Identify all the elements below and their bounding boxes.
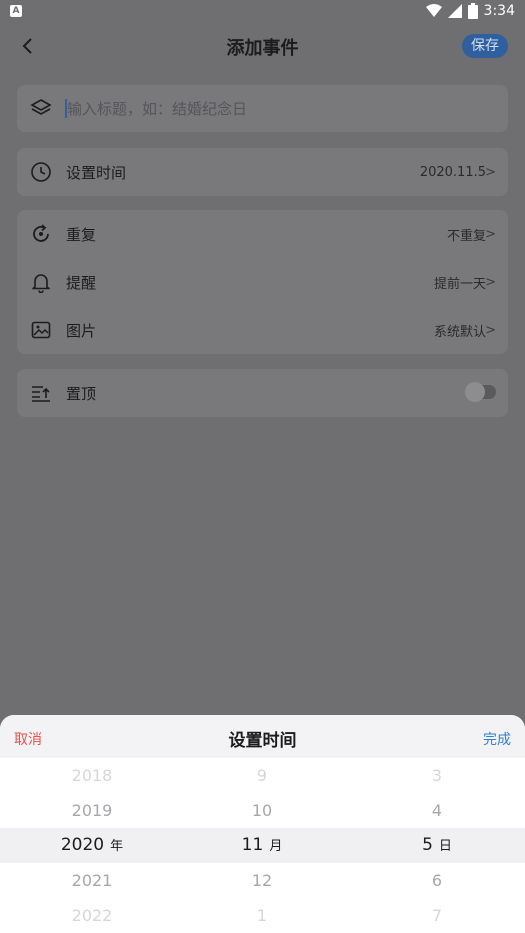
set-time-value: 2020.11.5 — [419, 164, 486, 180]
image-label: 图片 — [66, 321, 97, 340]
app-notification-icon: A — [10, 5, 22, 17]
day-option[interactable]: 7 — [387, 898, 487, 933]
sheet-header: 取消 设置时间 完成 — [0, 715, 525, 758]
day-option[interactable]: 6 — [387, 863, 487, 898]
image-value: 系统默认 — [433, 324, 486, 340]
set-time-label: 设置时间 — [66, 163, 127, 182]
battery-icon — [467, 3, 478, 19]
wifi-icon — [425, 4, 442, 17]
month-option-selected[interactable]: 11 月 — [210, 828, 314, 863]
pin-top-icon — [32, 386, 50, 402]
month-wheel[interactable]: 9 10 11 月 12 1 — [210, 758, 314, 933]
title-input[interactable]: 输入标题，如：结婚纪念日 — [67, 98, 247, 119]
month-unit: 月 — [269, 839, 283, 854]
toggle-knob — [465, 382, 485, 402]
repeat-label: 重复 — [66, 225, 97, 244]
time-card: 设置时间 2020.11.5 > — [17, 148, 508, 196]
app-header: 添加事件 保存 — [0, 24, 525, 70]
repeat-row[interactable]: 重复 不重复 > — [17, 210, 508, 258]
year-option[interactable]: 2021 — [37, 863, 147, 898]
month-selected-value: 11 — [241, 835, 264, 855]
image-icon — [31, 321, 51, 339]
repeat-value: 不重复 — [446, 228, 486, 244]
status-indicators: 3:34 — [425, 3, 515, 19]
save-button[interactable]: 保存 — [462, 34, 508, 58]
month-option[interactable]: 9 — [210, 758, 314, 793]
day-option-selected[interactable]: 5日 — [387, 828, 487, 863]
reminder-row[interactable]: 提醒 提前一天 > — [17, 258, 508, 306]
set-time-row[interactable]: 设置时间 2020.11.5 > — [17, 148, 508, 196]
year-unit: 年 — [110, 839, 124, 854]
chevron-right-icon: > — [485, 226, 496, 242]
day-wheel[interactable]: 3 4 5日 6 7 — [387, 758, 487, 933]
year-selected-value: 2020 — [60, 835, 105, 855]
day-selected-value: 5 — [422, 835, 433, 855]
date-picker-sheet: 取消 设置时间 完成 2018 2019 2020 年 2021 2022 9 1… — [0, 715, 525, 933]
status-bar: A 3:34 — [0, 0, 525, 24]
pin-card: 置顶 — [17, 369, 508, 417]
chevron-right-icon: > — [485, 322, 496, 338]
day-unit: 日 — [438, 839, 452, 854]
bell-icon — [32, 274, 50, 293]
title-input-card[interactable]: 输入标题，如：结婚纪念日 — [17, 85, 508, 132]
month-option[interactable]: 12 — [210, 863, 314, 898]
month-option[interactable]: 1 — [210, 898, 314, 933]
status-time: 3:34 — [483, 3, 515, 19]
year-option[interactable]: 2019 — [37, 793, 147, 828]
reminder-value: 提前一天 — [433, 276, 486, 292]
chevron-right-icon: > — [485, 164, 496, 180]
sheet-title: 设置时间 — [228, 731, 297, 751]
day-option[interactable]: 4 — [387, 793, 487, 828]
reminder-label: 提醒 — [66, 273, 97, 292]
page-title: 添加事件 — [226, 38, 299, 59]
done-button[interactable]: 完成 — [483, 729, 511, 749]
day-option[interactable]: 3 — [387, 758, 487, 793]
repeat-icon — [33, 224, 49, 242]
image-row[interactable]: 图片 系统默认 > — [17, 306, 508, 354]
year-option[interactable]: 2022 — [37, 898, 147, 933]
month-option[interactable]: 10 — [210, 793, 314, 828]
year-option-selected[interactable]: 2020 年 — [37, 828, 147, 863]
options-card: 重复 不重复 > 提醒 提前一天 > 图片 系统默认 > — [17, 210, 508, 354]
pin-toggle[interactable] — [465, 382, 496, 402]
layers-icon — [30, 99, 52, 115]
chevron-right-icon: > — [485, 274, 496, 290]
cell-signal-icon — [447, 4, 462, 18]
pin-label: 置顶 — [66, 384, 97, 403]
year-wheel[interactable]: 2018 2019 2020 年 2021 2022 — [37, 758, 147, 933]
date-wheel-picker: 2018 2019 2020 年 2021 2022 9 10 11 月 12 1 … — [0, 758, 525, 933]
clock-icon — [31, 162, 51, 182]
year-option[interactable]: 2018 — [37, 758, 147, 793]
pin-row: 置顶 — [17, 369, 508, 417]
